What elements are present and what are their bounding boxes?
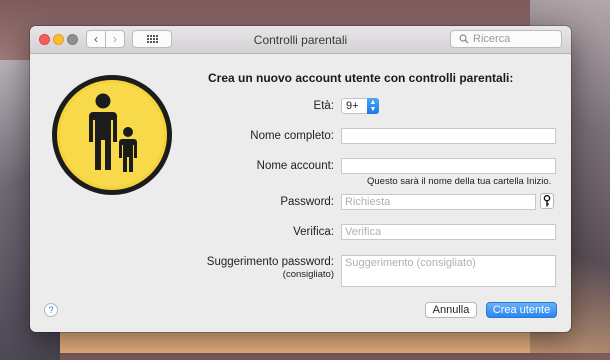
search-icon — [459, 34, 469, 44]
create-user-button[interactable]: Crea utente — [486, 302, 557, 318]
account-name-hint: Questo sarà il nome della tua cartella I… — [367, 176, 552, 187]
age-select[interactable]: 9+ ▲ ▼ — [341, 98, 379, 114]
title-bar: ‹ › Controlli parentali Ricerca — [30, 26, 571, 54]
search-placeholder: Ricerca — [473, 33, 511, 45]
search-field[interactable]: Ricerca — [450, 30, 562, 48]
verify-field[interactable]: Verifica — [341, 224, 556, 240]
password-hint-sublabel: (consigliato) — [282, 269, 334, 280]
help-button[interactable]: ? — [44, 303, 58, 317]
account-name-label: Nome account: — [256, 160, 334, 172]
password-field[interactable]: Richiesta — [341, 194, 536, 210]
parental-controls-window: ‹ › Controlli parentali Ricerca Crea un … — [30, 26, 571, 332]
password-hint-label: Suggerimento password: — [206, 256, 334, 268]
age-value: 9+ — [346, 100, 359, 112]
form-heading: Crea un nuovo account utente con control… — [208, 71, 514, 85]
updown-arrows-icon: ▲ ▼ — [367, 98, 379, 114]
cancel-button[interactable]: Annulla — [425, 302, 477, 318]
password-label: Password: — [280, 196, 334, 208]
key-icon — [543, 195, 551, 207]
fullname-field[interactable] — [341, 128, 556, 144]
password-assistant-button[interactable] — [540, 193, 554, 209]
account-name-field[interactable] — [341, 158, 556, 174]
age-label: Età: — [313, 100, 334, 112]
parental-controls-icon — [51, 74, 173, 196]
password-hint-field[interactable]: Suggerimento (consigliato) — [341, 255, 556, 287]
fullname-label: Nome completo: — [250, 130, 334, 142]
verify-label: Verifica: — [293, 226, 334, 238]
help-icon: ? — [48, 305, 54, 315]
